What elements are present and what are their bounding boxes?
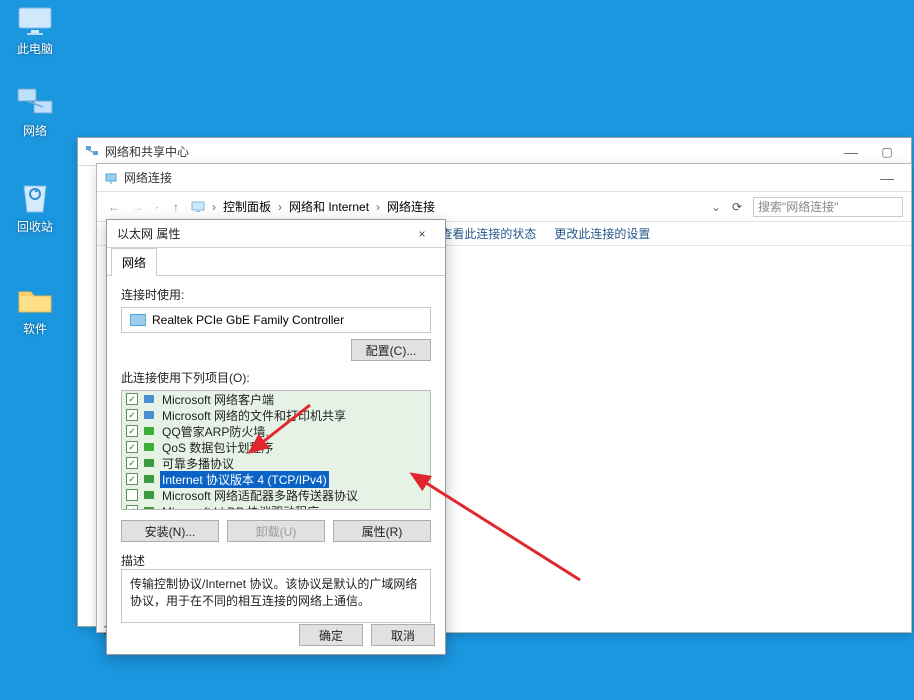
protocol-label: 可靠多播协议 — [160, 455, 236, 472]
adapter-icon — [130, 314, 146, 326]
connections-icon — [103, 170, 119, 186]
properties-button[interactable]: 属性(R) — [333, 520, 431, 542]
protocol-item[interactable]: ✓ Internet 协议版本 4 (TCP/IPv4) — [122, 471, 430, 487]
protocol-list[interactable]: ✓ Microsoft 网络客户端 ✓ Microsoft 网络的文件和打印机共享 ✓ Q… — [121, 390, 431, 510]
address-toolbar: ← → · ↑ › 控制面板 › 网络和 Internet › 网络连接 ⌄ ⟳… — [97, 192, 911, 222]
minimize-button[interactable]: — — [869, 166, 905, 190]
maximize-button[interactable]: ▢ — [869, 140, 905, 164]
items-label: 此连接使用下列项目(O): — [121, 369, 431, 386]
install-button[interactable]: 安装(N)... — [121, 520, 219, 542]
protocol-label: Microsoft 网络的文件和打印机共享 — [160, 407, 348, 424]
crumb-network-internet[interactable]: 网络和 Internet — [289, 198, 369, 215]
tab-network[interactable]: 网络 — [111, 248, 157, 276]
crumb-network-connections[interactable]: 网络连接 — [387, 198, 435, 215]
protocol-label: Microsoft LLDP 协议驱动程序 — [160, 503, 321, 511]
icon-label: 网络 — [5, 122, 65, 139]
crumb-control-panel[interactable]: 控制面板 — [223, 198, 271, 215]
checkbox[interactable]: ✓ — [126, 505, 138, 510]
proto-icon — [142, 489, 156, 501]
desktop-icon-software[interactable]: 软件 — [5, 284, 65, 337]
adapter-name: Realtek PCIe GbE Family Controller — [152, 313, 344, 327]
cancel-button[interactable]: 取消 — [371, 624, 435, 646]
checkbox[interactable]: ✓ — [126, 457, 138, 469]
minimize-button[interactable]: — — [833, 140, 869, 164]
cmd-change-settings[interactable]: 更改此连接的设置 — [554, 225, 650, 242]
proto-icon — [142, 473, 156, 485]
breadcrumb[interactable]: › 控制面板 › 网络和 Internet › 网络连接 — [191, 198, 705, 215]
protocol-item[interactable]: Microsoft 网络适配器多路传送器协议 — [122, 487, 430, 503]
checkbox[interactable]: ✓ — [126, 473, 138, 485]
icon-label: 回收站 — [5, 218, 65, 235]
description-label: 描述 — [121, 552, 431, 569]
adapter-field[interactable]: Realtek PCIe GbE Family Controller — [121, 307, 431, 333]
configure-button[interactable]: 配置(C)... — [351, 339, 431, 361]
icon-label: 软件 — [5, 320, 65, 337]
protocol-label: Microsoft 网络客户端 — [160, 391, 276, 408]
desktop-icon-recycle-bin[interactable]: 回收站 — [5, 182, 65, 235]
desktop-icon-this-pc[interactable]: 此电脑 — [5, 4, 65, 57]
window-title: 网络连接 — [124, 169, 869, 186]
network-center-icon — [84, 144, 100, 160]
uninstall-button[interactable]: 卸载(U) — [227, 520, 325, 542]
protocol-label: QQ管家ARP防火墙. — [160, 423, 271, 440]
description-text: 传输控制协议/Internet 协议。该协议是默认的广域网络协议，用于在不同的相… — [121, 569, 431, 623]
qq-icon — [142, 425, 156, 437]
address-dropdown[interactable]: ⌄ — [711, 200, 721, 214]
cmd-view-status[interactable]: 查看此连接的状态 — [440, 225, 536, 242]
ok-button[interactable]: 确定 — [299, 624, 363, 646]
window-title: 网络和共享中心 — [105, 143, 833, 160]
checkbox[interactable] — [126, 489, 138, 501]
protocol-label: QoS 数据包计划程序 — [160, 439, 275, 456]
share-icon — [142, 409, 156, 421]
protocol-item[interactable]: ✓ Microsoft LLDP 协议驱动程序 — [122, 503, 430, 510]
checkbox[interactable]: ✓ — [126, 425, 138, 437]
client-icon — [142, 393, 156, 405]
dialog-title: 以太网 属性 — [117, 225, 409, 242]
protocol-label: Internet 协议版本 4 (TCP/IPv4) — [160, 471, 329, 488]
protocol-item[interactable]: ✓ Microsoft 网络的文件和打印机共享 — [122, 407, 430, 423]
back-button[interactable]: ← — [105, 198, 123, 216]
qos-icon — [142, 441, 156, 453]
close-button[interactable]: × — [409, 223, 435, 245]
network-icon — [15, 86, 55, 120]
folder-icon — [15, 284, 55, 318]
up-button[interactable]: ↑ — [167, 198, 185, 216]
dialog-ethernet-properties: 以太网 属性 × 网络 连接时使用: Realtek PCIe GbE Fami… — [106, 219, 446, 655]
protocol-item[interactable]: ✓ QQ管家ARP防火墙. — [122, 423, 430, 439]
checkbox[interactable]: ✓ — [126, 393, 138, 405]
recycle-bin-icon — [15, 182, 55, 216]
connect-using-label: 连接时使用: — [121, 286, 431, 303]
icon-label: 此电脑 — [5, 40, 65, 57]
tab-strip: 网络 — [107, 248, 445, 276]
monitor-icon — [15, 4, 55, 38]
search-input[interactable]: 搜索"网络连接" — [753, 197, 903, 217]
proto-icon — [142, 505, 156, 510]
protocol-item[interactable]: ✓ QoS 数据包计划程序 — [122, 439, 430, 455]
pc-icon — [191, 201, 205, 213]
proto-icon — [142, 457, 156, 469]
protocol-item[interactable]: ✓ Microsoft 网络客户端 — [122, 391, 430, 407]
desktop-icon-network[interactable]: 网络 — [5, 86, 65, 139]
protocol-label: Microsoft 网络适配器多路传送器协议 — [160, 487, 360, 504]
checkbox[interactable]: ✓ — [126, 409, 138, 421]
forward-button[interactable]: → — [129, 198, 147, 216]
search-placeholder: 搜索"网络连接" — [758, 198, 839, 215]
checkbox[interactable]: ✓ — [126, 441, 138, 453]
refresh-button[interactable]: ⟳ — [727, 200, 747, 214]
protocol-item[interactable]: ✓ 可靠多播协议 — [122, 455, 430, 471]
